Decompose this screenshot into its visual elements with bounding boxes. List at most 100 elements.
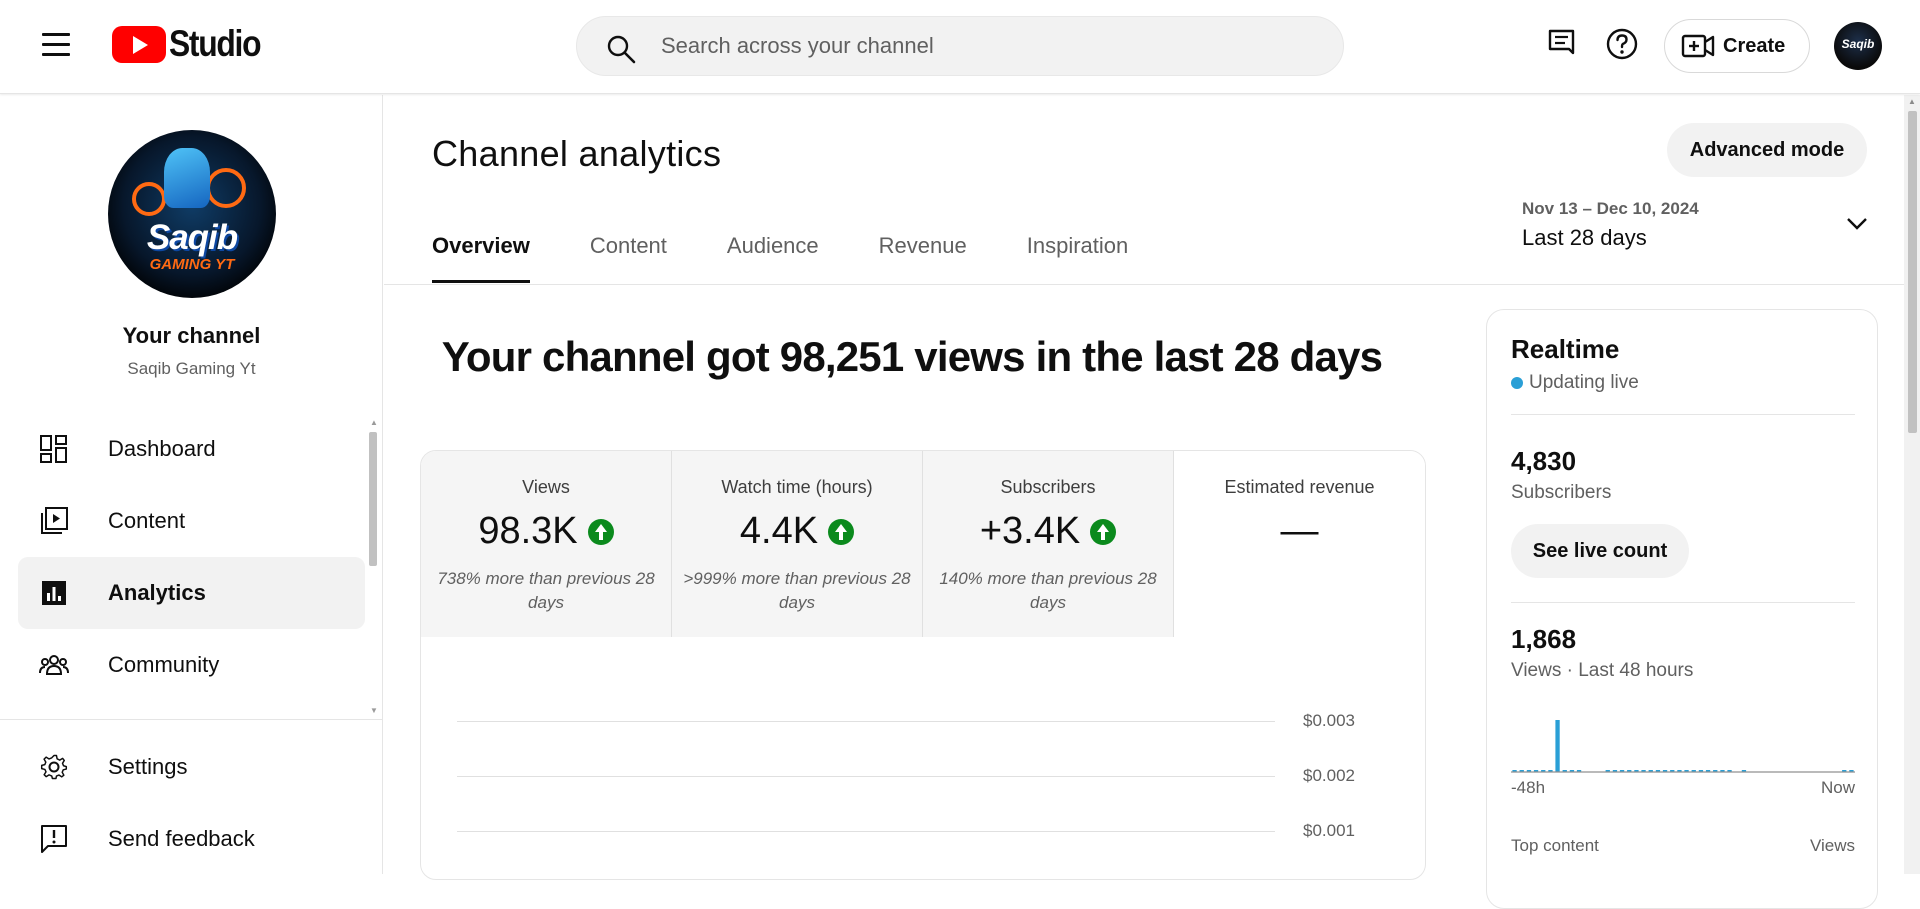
realtime-card: Realtime Updating live 4,830 Subscribers… <box>1486 309 1878 909</box>
sidebar-item-dashboard[interactable]: Dashboard <box>0 413 383 485</box>
search-bar[interactable]: Search across your channel <box>576 16 1344 76</box>
realtime-chart-axis: -48h Now <box>1511 778 1855 798</box>
realtime-subscribers-label: Subscribers <box>1511 482 1612 503</box>
axis-start-label: -48h <box>1511 778 1546 797</box>
metric-value: +3.4K <box>979 510 1081 552</box>
metric-value: 98.3K <box>478 510 578 552</box>
tab-inspiration[interactable]: Inspiration <box>1027 233 1129 283</box>
content-icon <box>41 507 68 534</box>
sidebar-scrollbar[interactable]: ▲ ▼ <box>368 418 378 715</box>
page-title: Channel analytics <box>432 133 722 174</box>
sidebar-item-send-feedback[interactable]: Send feedback <box>0 803 383 875</box>
tab-overview[interactable]: Overview <box>432 233 530 283</box>
metric-label: Estimated revenue <box>1224 477 1375 497</box>
metric-value: 4.4K <box>739 510 819 552</box>
realtime-status: Updating live <box>1511 372 1639 394</box>
scroll-up-arrow-icon[interactable]: ▲ <box>370 418 378 427</box>
tab-content[interactable]: Content <box>590 233 667 283</box>
realtime-views-label: Views · Last 48 hours <box>1511 660 1694 681</box>
avatar-text: Saqib <box>1841 37 1875 51</box>
metric-value-row: 4.4K <box>672 510 922 553</box>
key-metrics-card: Views 98.3K 738% more than previous 28 d… <box>420 450 1426 880</box>
studio-logo[interactable]: Studio <box>112 23 275 64</box>
page-scroll-thumb[interactable] <box>1908 111 1917 433</box>
scroll-up-arrow-icon[interactable]: ▲ <box>1908 97 1916 106</box>
tab-audience[interactable]: Audience <box>727 233 819 283</box>
sidebar-scroll-thumb[interactable] <box>369 432 377 566</box>
realtime-status-text: Updating live <box>1529 372 1639 393</box>
avatar-wheel-back <box>132 182 166 216</box>
chevron-down-icon[interactable] <box>1846 217 1868 231</box>
avatar-sub: GAMING YT <box>149 256 235 273</box>
channel-avatar[interactable]: Saqib GAMING YT <box>108 130 276 298</box>
metric-subscribers[interactable]: Subscribers +3.4K 140% more than previou… <box>923 451 1174 637</box>
youtube-play-icon <box>112 25 166 63</box>
sidebar-item-analytics[interactable]: Analytics <box>18 557 365 629</box>
sidebar-nav: Dashboard Content Analytics Community <box>0 413 383 701</box>
sidebar-item-content[interactable]: Content <box>0 485 383 557</box>
logo-text: Studio <box>169 23 262 64</box>
chart-gridline-label: $0.001 <box>1303 821 1355 840</box>
page-scrollbar[interactable]: ▲ <box>1904 95 1920 874</box>
avatar-name: Saqib <box>146 218 238 257</box>
chart-gridline <box>457 721 1275 722</box>
realtime-views-value: 1,868 <box>1511 624 1577 654</box>
trend-up-icon <box>587 518 614 545</box>
chart-gridline-label: $0.002 <box>1303 766 1355 785</box>
channel-name: Saqib Gaming Yt <box>127 359 256 378</box>
metric-note: 738% more than previous 28 days <box>437 569 655 612</box>
scroll-down-arrow-icon[interactable]: ▼ <box>370 706 378 715</box>
realtime-views-chart[interactable] <box>1511 714 1855 774</box>
axis-end-label: Now <box>1820 778 1855 797</box>
metric-value: — <box>1280 510 1319 552</box>
advanced-mode-button[interactable]: Advanced mode <box>1667 123 1867 177</box>
realtime-divider <box>1511 414 1855 415</box>
metric-value-row: +3.4K <box>923 510 1173 553</box>
your-channel-title: Your channel <box>122 323 261 348</box>
account-avatar[interactable]: Saqib <box>1834 22 1882 70</box>
metric-label: Subscribers <box>1000 477 1096 497</box>
metric-estimated-revenue[interactable]: Estimated revenue — <box>1174 451 1425 637</box>
see-live-count-button[interactable]: See live count <box>1511 524 1689 578</box>
create-video-icon <box>1681 34 1715 58</box>
metric-watch-time[interactable]: Watch time (hours) 4.4K >999% more than … <box>672 451 923 637</box>
date-range-dates: Nov 13 – Dec 10, 2024 <box>1522 199 1699 218</box>
analytics-tabs: Overview Content Audience Revenue Inspir… <box>432 233 1188 283</box>
avatar-wheel-front <box>206 168 246 208</box>
sidebar-bottom-nav: Settings Send feedback <box>0 731 383 875</box>
top-bar: Studio Search across your channel Create… <box>0 0 1920 94</box>
metric-note: 140% more than previous 28 days <box>939 569 1157 612</box>
comments-icon[interactable] <box>1544 26 1580 62</box>
menu-icon[interactable] <box>42 33 72 57</box>
sidebar-divider <box>0 719 383 720</box>
chart-bar[interactable] <box>1555 720 1560 772</box>
tab-revenue[interactable]: Revenue <box>879 233 967 283</box>
metric-value-row: — <box>1174 510 1425 553</box>
help-icon[interactable] <box>1604 26 1640 62</box>
gear-icon <box>40 754 68 780</box>
sidebar-item-label: Dashboard <box>108 436 216 461</box>
sidebar-item-label: Community <box>108 652 220 677</box>
metric-views[interactable]: Views 98.3K 738% more than previous 28 d… <box>421 451 672 637</box>
analytics-icon <box>42 581 66 605</box>
revenue-chart: $0.003 $0.002 $0.001 <box>421 637 1425 877</box>
search-icon[interactable] <box>605 33 637 65</box>
top-content-header: Top content Views <box>1511 836 1855 856</box>
sidebar-item-settings[interactable]: Settings <box>0 731 383 803</box>
create-label: Create <box>1723 34 1786 57</box>
search-input[interactable]: Search across your channel <box>661 17 934 75</box>
realtime-divider <box>1511 602 1855 603</box>
chart-gridline-label: $0.003 <box>1303 711 1355 730</box>
metric-value-row: 98.3K <box>421 510 671 553</box>
avatar-rider <box>164 148 210 208</box>
metric-label: Watch time (hours) <box>721 477 873 497</box>
metric-label: Views <box>522 477 570 497</box>
sidebar-item-label: Send feedback <box>108 826 255 851</box>
sidebar-item-label: Settings <box>108 754 188 779</box>
trend-up-icon <box>828 518 855 545</box>
sidebar-item-community[interactable]: Community <box>0 629 383 701</box>
trend-up-icon <box>1090 518 1117 545</box>
chart-gridline <box>457 776 1275 777</box>
create-button[interactable]: Create <box>1664 19 1810 73</box>
date-range-picker[interactable]: Nov 13 – Dec 10, 2024 Last 28 days <box>1522 199 1868 259</box>
